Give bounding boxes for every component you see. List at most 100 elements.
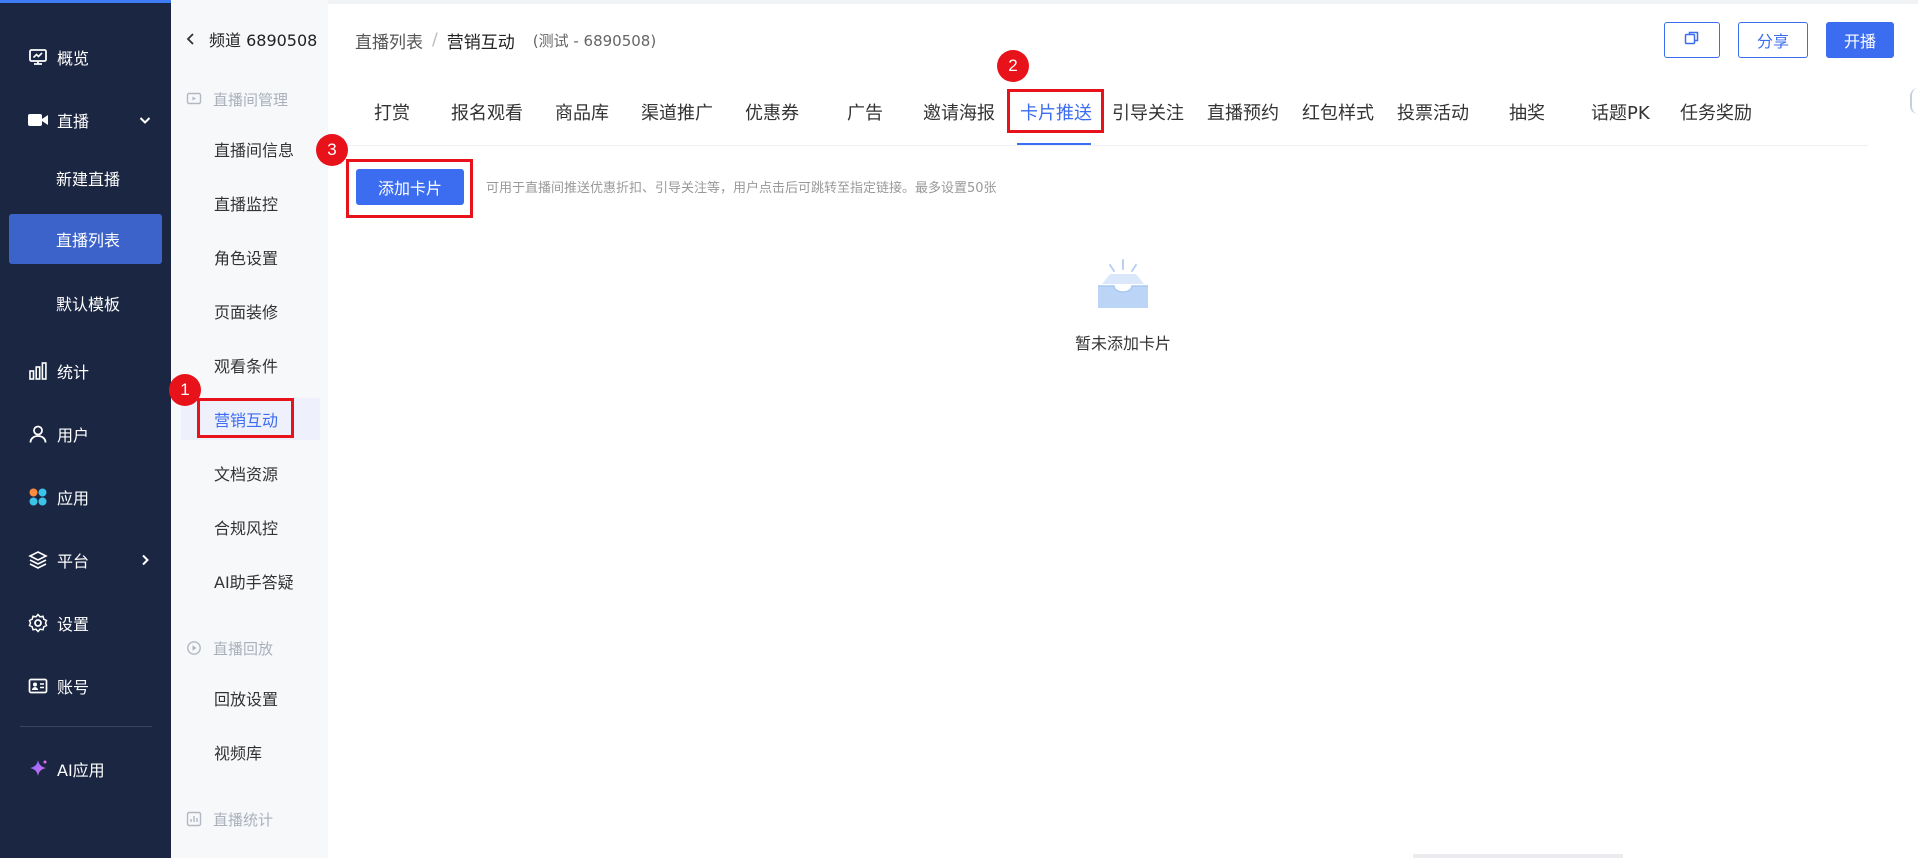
channel-back-link[interactable]: 频道 6890508: [171, 24, 328, 54]
sidebar-item-room-info[interactable]: 直播间信息: [171, 128, 328, 170]
sidebar-top-accent: [0, 0, 171, 3]
chevron-right-icon[interactable]: [137, 552, 153, 568]
annotation-badge-1: 1: [169, 374, 201, 406]
tab-lottery[interactable]: 抽奖: [1509, 88, 1545, 136]
tab-task-rewards[interactable]: 任务奖励: [1680, 88, 1752, 136]
gear-icon: [27, 612, 49, 634]
sidebar-item-label: AI助手答疑: [214, 573, 294, 592]
nav-item-label: 统计: [57, 363, 90, 382]
copy-icon: [1683, 29, 1701, 51]
sidebar-item-label: 页面装修: [214, 303, 279, 322]
breadcrumb-current: 营销互动: [446, 32, 515, 53]
nav-item-label: 直播: [57, 112, 90, 131]
replay-icon: [186, 640, 202, 656]
tab-invite-poster[interactable]: 邀请海报: [923, 88, 995, 136]
nav-item-ai-apps[interactable]: AI应用: [0, 747, 171, 791]
sidebar-item-label: 直播监控: [214, 195, 279, 214]
apps-icon: [27, 486, 49, 508]
sidebar-item-replay-settings[interactable]: 回放设置: [171, 677, 328, 719]
nav-item-label: 设置: [57, 615, 90, 634]
sidebar-item-page-decor[interactable]: 页面装修: [171, 290, 328, 332]
go-live-button[interactable]: 开播: [1826, 22, 1894, 58]
nav-subitem-live-list[interactable]: 直播列表: [9, 214, 162, 264]
tab-reward[interactable]: 打赏: [374, 88, 410, 136]
nav-item-users[interactable]: 用户: [0, 412, 171, 456]
sidebar-item-video-library[interactable]: 视频库: [171, 731, 328, 773]
sidebar-item-label: 合规风控: [214, 519, 279, 538]
nav-item-stats[interactable]: 统计: [0, 349, 171, 393]
user-icon: [27, 423, 49, 445]
sidebar-item-label: 回放设置: [214, 690, 279, 709]
sidebar-item-label: 视频库: [214, 744, 263, 763]
annotation-badge-2: 2: [997, 50, 1029, 82]
tab-topic-pk[interactable]: 话题PK: [1591, 88, 1650, 136]
nav-item-label: 应用: [57, 489, 90, 508]
tab-product-library[interactable]: 商品库: [555, 88, 609, 136]
nav-item-label: 用户: [57, 426, 90, 445]
annotation-badge-3: 3: [316, 134, 348, 166]
share-button[interactable]: 分享: [1738, 22, 1808, 58]
empty-inbox-icon: [1092, 258, 1154, 314]
video-icon: [27, 109, 49, 131]
breadcrumb-separator: /: [432, 30, 438, 50]
tab-live-reservation[interactable]: 直播预约: [1207, 88, 1279, 136]
stats-icon: [186, 811, 202, 827]
nav-subitem-label: 直播列表: [56, 231, 121, 250]
layers-icon: [27, 549, 49, 571]
nav-item-label: 平台: [57, 552, 90, 571]
channel-title: 频道 6890508: [209, 31, 318, 50]
tab-voting[interactable]: 投票活动: [1397, 88, 1469, 136]
annotation-box-card-push: [1007, 89, 1104, 133]
card-push-hint: 可用于直播间推送优惠折扣、引导关注等，用户点击后可跳转至指定链接。最多设置50张: [486, 181, 997, 196]
nav-item-apps[interactable]: 应用: [0, 475, 171, 519]
nav-group-room-management: 直播间管理: [171, 84, 328, 114]
empty-state-text: 暂未添加卡片: [1074, 334, 1171, 353]
chevron-down-icon[interactable]: [137, 112, 153, 128]
copy-button[interactable]: [1664, 22, 1720, 58]
nav-item-label: 概览: [57, 49, 90, 68]
nav-group-title: 直播统计: [213, 810, 274, 829]
tab-ads[interactable]: 广告: [847, 88, 883, 136]
nav-subitem-label: 默认模板: [56, 295, 121, 314]
sidebar-item-label: 直播间信息: [214, 141, 295, 160]
tab-signup-watch[interactable]: 报名观看: [451, 88, 523, 136]
nav-subitem-label: 新建直播: [56, 170, 121, 189]
tabs-scroll-handle[interactable]: [1910, 88, 1918, 114]
sidebar-item-label: 角色设置: [214, 249, 279, 268]
annotation-box-add-card: [346, 159, 473, 218]
bar-chart-icon: [27, 360, 49, 382]
id-card-icon: [27, 675, 49, 697]
sidebar-item-documents[interactable]: 文档资源: [171, 452, 328, 494]
active-tab-indicator: [1017, 143, 1091, 145]
nav-group-title: 直播间管理: [213, 90, 289, 109]
sidebar-item-compliance[interactable]: 合规风控: [171, 506, 328, 548]
sidebar-item-role-settings[interactable]: 角色设置: [171, 236, 328, 278]
sidebar-item-live-monitor[interactable]: 直播监控: [171, 182, 328, 224]
tab-follow-guide[interactable]: 引导关注: [1112, 88, 1184, 136]
breadcrumb-root[interactable]: 直播列表: [355, 28, 423, 53]
tab-coupon[interactable]: 优惠券: [745, 88, 799, 136]
breadcrumb-subtitle: (测试 - 6890508): [532, 31, 657, 50]
nav-subitem-default-template[interactable]: 默认模板: [0, 278, 171, 328]
top-strip: [328, 0, 1918, 4]
nav-item-label: 账号: [57, 678, 90, 697]
nav-item-settings[interactable]: 设置: [0, 601, 171, 645]
monitor-icon: [27, 46, 49, 68]
nav-item-overview[interactable]: 概览: [0, 35, 171, 79]
chevron-left-icon[interactable]: [183, 31, 199, 47]
tab-channel-promo[interactable]: 渠道推广: [641, 88, 713, 136]
nav-group-title: 直播回放: [213, 639, 274, 658]
nav-item-platform[interactable]: 平台: [0, 538, 171, 582]
tab-red-packet-style[interactable]: 红包样式: [1302, 88, 1374, 136]
nav-subitem-new-live[interactable]: 新建直播: [0, 153, 171, 203]
bottom-scrollbar[interactable]: [1413, 854, 1623, 858]
primary-sidebar: 概览 直播 新建直播 直播列表 默认模板 统计 用户 应用 平台 设置 账号 A…: [0, 0, 171, 858]
nav-item-account[interactable]: 账号: [0, 664, 171, 708]
main-content: 直播列表 / 营销互动 (测试 - 6890508) 分享 开播 打赏 报名观看…: [328, 0, 1918, 858]
sidebar-item-ai-assistant[interactable]: AI助手答疑: [171, 560, 328, 602]
nav-group-stats: 直播统计: [171, 804, 328, 834]
sidebar-item-label: 文档资源: [214, 465, 279, 484]
breadcrumb: 直播列表 / 营销互动 (测试 - 6890508): [355, 28, 657, 53]
nav-item-live[interactable]: 直播: [0, 98, 171, 142]
room-icon: [186, 91, 202, 107]
